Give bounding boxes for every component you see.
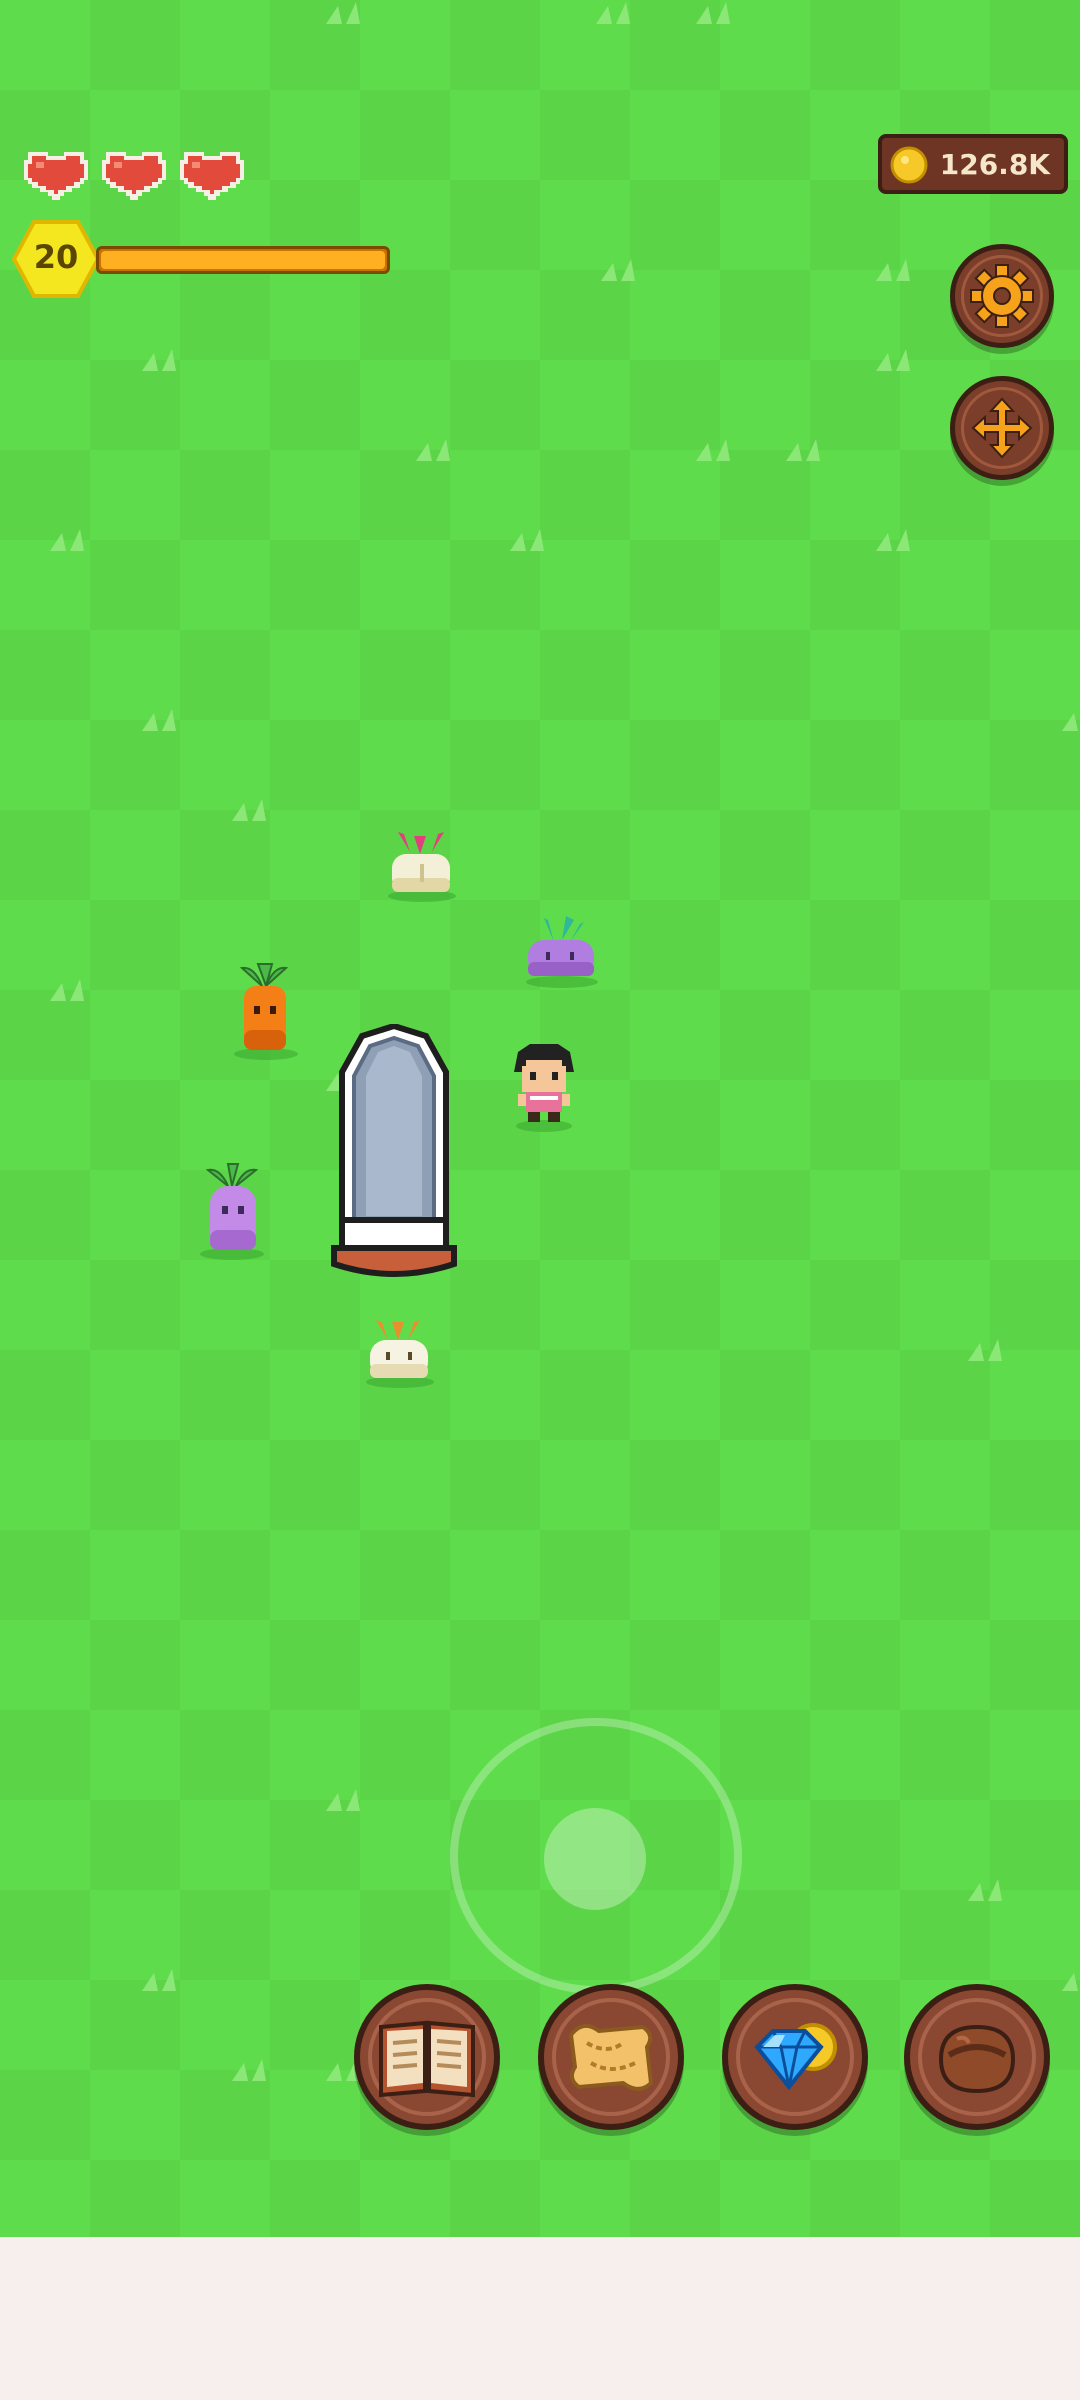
carrot-creature	[234, 963, 298, 1060]
white-radish-creature	[366, 1320, 434, 1388]
grass-tuft	[968, 1879, 1002, 1901]
grass-field[interactable]: 20 126.8K	[0, 0, 1080, 2237]
grass-tuft	[326, 1789, 360, 1811]
grass-tuft	[696, 439, 730, 461]
spellbook-icon	[379, 2020, 475, 2098]
grass-tuft	[50, 979, 84, 1001]
move-button[interactable]	[950, 376, 1054, 480]
heart-icon	[102, 152, 166, 200]
white-radish-creature	[388, 832, 456, 902]
grass-tuft	[876, 529, 910, 551]
gold-coin-icon	[890, 146, 928, 184]
grass-tuft	[142, 349, 176, 371]
move-arrows-icon	[971, 397, 1033, 459]
grass-tuft	[416, 439, 450, 461]
heart-icon	[24, 152, 88, 200]
purple-radish-creature	[526, 916, 598, 988]
grass-tuft	[1062, 1973, 1078, 1991]
grass-tuft	[786, 439, 820, 461]
player-character	[514, 1044, 574, 1132]
grass-tuft	[968, 1339, 1002, 1361]
coin-counter: 126.8K	[878, 134, 1068, 194]
grass-tuft	[232, 2059, 266, 2081]
game-screen: 20 126.8K	[0, 0, 1080, 2400]
grass-tuft	[142, 709, 176, 731]
level-number: 20	[33, 238, 79, 276]
gear-icon	[970, 264, 1034, 328]
grass-tuft	[510, 529, 544, 551]
joystick-knob[interactable]	[544, 1808, 646, 1910]
grass-tuft	[1062, 713, 1078, 731]
grass-tuft	[232, 799, 266, 821]
gravestone	[331, 1024, 457, 1277]
leather-bag-icon	[938, 2024, 1016, 2094]
grass-tuft	[142, 1969, 176, 1991]
grass-tuft	[326, 2, 360, 24]
heart-icon	[180, 152, 244, 200]
settings-button[interactable]	[950, 244, 1054, 348]
map-button[interactable]	[538, 1984, 684, 2130]
xp-bar-fill	[101, 251, 385, 269]
spellbook-button[interactable]	[354, 1984, 500, 2130]
shop-button[interactable]	[722, 1984, 868, 2130]
grass-tuft	[876, 259, 910, 281]
grass-tuft	[601, 259, 635, 281]
coin-amount: 126.8K	[939, 148, 1050, 181]
grass-tuft	[596, 2, 630, 24]
grass-tuft	[50, 529, 84, 551]
grass-tuft	[696, 2, 730, 24]
screen-bottom-blank	[0, 2237, 1080, 2400]
scroll-map-icon	[568, 2023, 654, 2091]
gem-and-coin-icon	[754, 2023, 837, 2091]
inventory-button[interactable]	[904, 1984, 1050, 2130]
xp-bar	[96, 246, 390, 274]
grass-tuft	[876, 349, 910, 371]
eggplant-creature	[200, 1163, 264, 1260]
